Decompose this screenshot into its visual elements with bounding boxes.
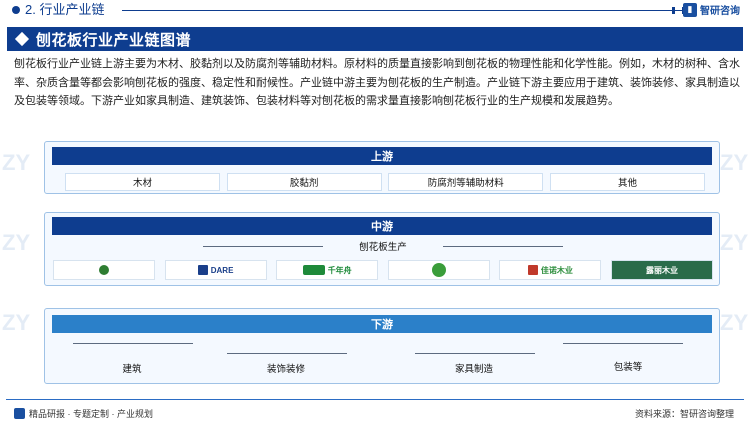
page-title: 刨花板行业产业链图谱 bbox=[36, 31, 192, 49]
watermark: ZY bbox=[720, 310, 749, 335]
dare-logo-icon bbox=[197, 265, 208, 275]
intro-paragraph: 刨花板行业产业链上游主要为木材、胶黏剂以及防腐剂等辅助材料。原材料的质量直接影响… bbox=[14, 58, 740, 107]
divider bbox=[73, 343, 193, 344]
company-logo[interactable] bbox=[53, 260, 155, 280]
divider bbox=[563, 343, 683, 344]
header-divider bbox=[122, 10, 682, 11]
company-logo-text: 露丽木业 bbox=[645, 265, 678, 275]
brand-name: 智研咨询 bbox=[700, 6, 740, 17]
company-logo[interactable]: DARE bbox=[164, 260, 267, 280]
data-source: 资料来源：智研咨询整理 bbox=[634, 409, 734, 419]
section-dot-icon bbox=[12, 6, 20, 14]
company-logo-text: 千年舟 bbox=[327, 265, 352, 275]
upstream-item-other: 其他 bbox=[549, 173, 705, 191]
company-logo[interactable] bbox=[387, 260, 490, 280]
downstream-item-furniture: 家具制造 bbox=[454, 364, 493, 375]
brand-logo-icon bbox=[14, 408, 25, 419]
watermark: ZY bbox=[2, 150, 31, 175]
qiannianzhou-logo-icon bbox=[302, 265, 325, 275]
footer: 精品研报 · 专题定制 · 产业规划 资料来源：智研咨询整理 bbox=[0, 397, 750, 423]
title-banner: 刨花板行业产业链图谱 bbox=[7, 27, 743, 51]
brand[interactable]: ▮ 智研咨询 bbox=[683, 2, 740, 17]
upstream-item-adhesive: 胶黏剂 bbox=[226, 173, 382, 191]
watermark: ZY bbox=[720, 150, 749, 175]
tree-logo-icon bbox=[431, 263, 446, 277]
downstream-item-construction: 建筑 bbox=[122, 364, 142, 375]
company-logo[interactable]: 千年舟 bbox=[276, 260, 379, 280]
section-title: 2. 行业产业链 bbox=[25, 2, 105, 17]
midstream-sub: 刨花板生产 bbox=[45, 239, 721, 253]
downstream-items: 建筑 装饰装修 家具制造 包装等 bbox=[45, 339, 721, 379]
divider bbox=[227, 353, 347, 354]
upstream-item-wood: 木材 bbox=[65, 173, 220, 191]
downstream-panel: 下游 建筑 装饰装修 家具制造 包装等 bbox=[44, 308, 720, 384]
chart-logo-icon: ▮ bbox=[683, 2, 697, 17]
midstream-panel: 中游 刨花板生产 DARE 千年舟 佳诺木业 露丽木业 bbox=[44, 212, 720, 286]
watermark: ZY bbox=[2, 230, 31, 255]
watermark: ZY bbox=[2, 310, 31, 335]
upstream-items: 木材 胶黏剂 防腐剂等辅助材料 其他 bbox=[65, 173, 705, 191]
company-logo[interactable]: 佳诺木业 bbox=[499, 260, 602, 280]
upstream-panel: 上游 木材 胶黏剂 防腐剂等辅助材料 其他 bbox=[44, 141, 720, 194]
top-header: 2. 行业产业链 ▮ 智研咨询 bbox=[0, 0, 750, 20]
company-logo-text: 佳诺木业 bbox=[540, 265, 573, 275]
downstream-item-packaging: 包装等 bbox=[613, 362, 643, 373]
midstream-header: 中游 bbox=[52, 217, 712, 235]
company-logos: DARE 千年舟 佳诺木业 露丽木业 bbox=[53, 260, 713, 280]
company-logo-text: DARE bbox=[210, 265, 234, 275]
house-logo-icon bbox=[527, 265, 538, 275]
divider bbox=[443, 246, 563, 247]
divider bbox=[415, 353, 535, 354]
footer-left: 精品研报 · 专题定制 · 产业规划 bbox=[14, 407, 153, 420]
downstream-item-decoration: 装饰装修 bbox=[266, 364, 305, 375]
tree-logo-icon bbox=[99, 265, 109, 275]
downstream-header: 下游 bbox=[52, 315, 712, 333]
upstream-item-preservative: 防腐剂等辅助材料 bbox=[388, 173, 544, 191]
midstream-sub-label: 刨花板生产 bbox=[359, 242, 407, 253]
footer-divider bbox=[6, 399, 744, 400]
upstream-header: 上游 bbox=[52, 147, 712, 165]
footer-slogan: 精品研报 · 专题定制 · 产业规划 bbox=[29, 409, 153, 419]
watermark: ZY bbox=[720, 230, 749, 255]
company-logo[interactable]: 露丽木业 bbox=[610, 260, 713, 280]
header-tick bbox=[672, 7, 675, 14]
diamond-icon bbox=[14, 31, 30, 47]
